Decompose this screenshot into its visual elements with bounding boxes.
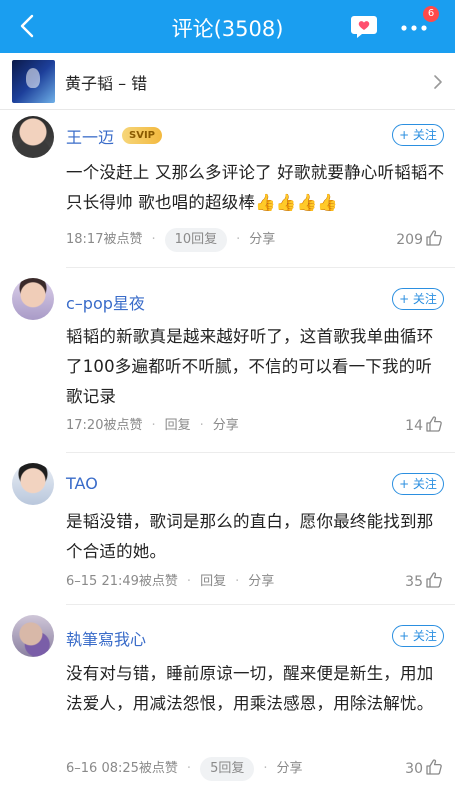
avatar[interactable] [12, 463, 54, 505]
follow-button[interactable]: + 关注 [392, 625, 444, 647]
like-count: 14 [405, 418, 423, 434]
like-button[interactable]: 30 [405, 757, 443, 781]
like-time: 6–15 21:49被点赞 [66, 574, 178, 589]
comment-item: 執筆寫我心 + 关注 没有对与错，睡前原谅一切，醒来便是新生，用加法爱人，用减法… [0, 605, 455, 788]
thumbs-up-icon [426, 416, 442, 432]
reply-button[interactable]: 回复 [165, 414, 191, 438]
comment-meta: 6–15 21:49被点赞 · 回复 · 分享 [66, 570, 274, 594]
chevron-right-icon [434, 75, 442, 89]
top-bar: 评论(3508) 6 [0, 0, 455, 53]
username[interactable]: TAO [66, 474, 98, 493]
like-time: 6–16 08:25被点赞 [66, 761, 178, 776]
avatar[interactable] [12, 116, 54, 158]
follow-button[interactable]: + 关注 [392, 473, 444, 495]
follow-button[interactable]: + 关注 [392, 124, 444, 146]
like-button[interactable]: 209 [396, 228, 443, 252]
like-time: 18:17被点赞 [66, 232, 143, 247]
thumbs-up-icon [426, 759, 442, 775]
notification-badge: 6 [423, 6, 439, 22]
thumbs-up-icon [426, 572, 442, 588]
comment-meta: 6–16 08:25被点赞 · 5回复 · 分享 [66, 757, 303, 781]
comment-item: TAO + 关注 是韬没错，歌词是那么的直白，愿你最终能找到那个合适的她。 6–… [0, 453, 455, 605]
comment-text: 没有对与错，睡前原谅一切，醒来便是新生，用加法爱人，用减法怨恨，用乘法感恩，用除… [66, 664, 434, 713]
comment-text: 是韬没错，歌词是那么的直白，愿你最终能找到那个合适的她。 [66, 512, 434, 561]
username[interactable]: 執筆寫我心 [66, 626, 146, 650]
page-title: 评论(3508) [171, 17, 284, 41]
share-button[interactable]: 分享 [249, 228, 275, 252]
song-row[interactable]: 黄子韬 – 错 [0, 53, 455, 110]
comment-text: 韬韬的新歌真是越来越好听了，这首歌我单曲循环了100多遍都听不听腻，不信的可以看… [66, 327, 434, 406]
reply-button[interactable]: 回复 [200, 570, 226, 594]
username[interactable]: c–pop星夜 [66, 290, 145, 314]
comment-meta: 18:17被点赞 · 10回复 · 分享 [66, 228, 275, 252]
share-button[interactable]: 分享 [276, 757, 302, 781]
like-count: 209 [396, 232, 423, 248]
like-button[interactable]: 14 [405, 414, 443, 438]
album-cover [12, 60, 55, 103]
svip-badge: SVIP [122, 127, 162, 144]
comment-text: 一个没赶上 又那么多评论了 好歌就要静心听韬韬不只长得帅 歌也唱的超级棒👍👍👍👍 [66, 163, 445, 212]
comment-meta: 17:20被点赞 · 回复 · 分享 [66, 414, 239, 438]
like-button[interactable]: 35 [405, 570, 443, 594]
heart-chat-icon[interactable] [350, 14, 378, 40]
thumbs-up-icon [426, 230, 442, 246]
like-count: 30 [405, 761, 423, 777]
reply-button[interactable]: 5回复 [200, 757, 255, 781]
like-count: 35 [405, 574, 423, 590]
avatar[interactable] [12, 615, 54, 657]
like-time: 17:20被点赞 [66, 418, 143, 433]
comment-item: 王一迈 SVIP + 关注 一个没赶上 又那么多评论了 好歌就要静心听韬韬不只长… [0, 110, 455, 268]
comment-item: c–pop星夜 + 关注 韬韬的新歌真是越来越好听了，这首歌我单曲循环了100多… [0, 268, 455, 453]
avatar[interactable] [12, 278, 54, 320]
share-button[interactable]: 分享 [213, 414, 239, 438]
username[interactable]: 王一迈 [66, 124, 114, 148]
follow-button[interactable]: + 关注 [392, 288, 444, 310]
share-button[interactable]: 分享 [248, 570, 274, 594]
song-title: 黄子韬 – 错 [65, 74, 148, 93]
reply-button[interactable]: 10回复 [164, 228, 228, 252]
